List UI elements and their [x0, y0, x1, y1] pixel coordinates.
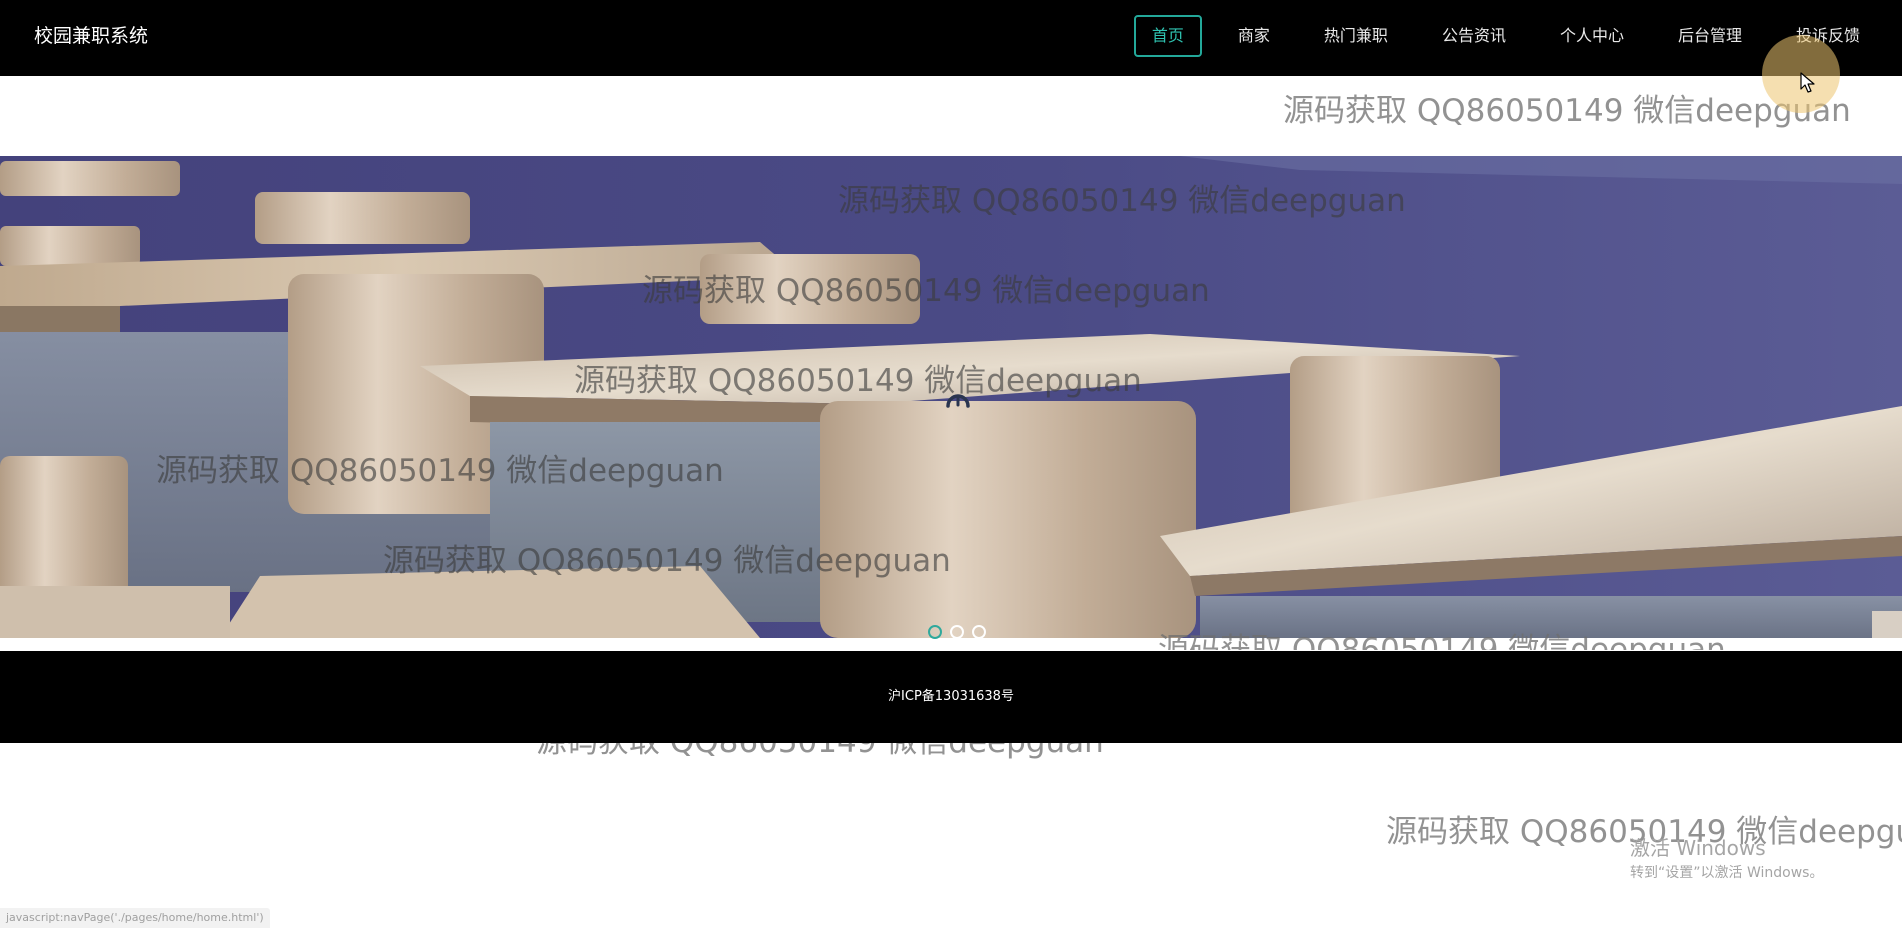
carousel-dot-2[interactable] — [950, 625, 964, 639]
nav-item-hot-jobs[interactable]: 热门兼职 — [1306, 15, 1406, 57]
mouse-cursor-icon — [1800, 72, 1815, 93]
icp-record: 沪ICP备13031638号 — [888, 689, 1014, 704]
activation-subtitle: 转到“设置”以激活 Windows。 — [1630, 865, 1824, 881]
footer: 沪ICP备13031638号 — [0, 651, 1902, 743]
page: 校园兼职系统 首页 商家 热门兼职 公告资讯 个人中心 后台管理 投诉反馈 沪I… — [0, 0, 1902, 928]
brand-title[interactable]: 校园兼职系统 — [34, 22, 148, 50]
carousel-dot-1[interactable] — [928, 625, 942, 639]
windows-activation-notice: 激活 Windows 转到“设置”以激活 Windows。 — [1630, 835, 1823, 883]
nav-item-announcements[interactable]: 公告资讯 — [1424, 15, 1524, 57]
watermark-text: 源码获取 QQ86050149 微信deepguan — [1283, 93, 1851, 129]
nav-item-merchants[interactable]: 商家 — [1220, 15, 1288, 57]
carousel-dot-3[interactable] — [972, 625, 986, 639]
top-navbar: 校园兼职系统 首页 商家 热门兼职 公告资讯 个人中心 后台管理 投诉反馈 — [0, 0, 1902, 76]
activation-title: 激活 Windows — [1630, 836, 1766, 860]
browser-status-url: javascript:navPage('./pages/home/home.ht… — [0, 908, 270, 928]
nav-item-home[interactable]: 首页 — [1133, 15, 1202, 57]
nav-item-admin[interactable]: 后台管理 — [1660, 15, 1760, 57]
main-nav: 首页 商家 热门兼职 公告资讯 个人中心 后台管理 投诉反馈 — [1116, 15, 1878, 57]
nav-item-personal-center[interactable]: 个人中心 — [1542, 15, 1642, 57]
carousel-indicators — [928, 625, 986, 639]
loading-spinner-icon — [946, 394, 970, 408]
